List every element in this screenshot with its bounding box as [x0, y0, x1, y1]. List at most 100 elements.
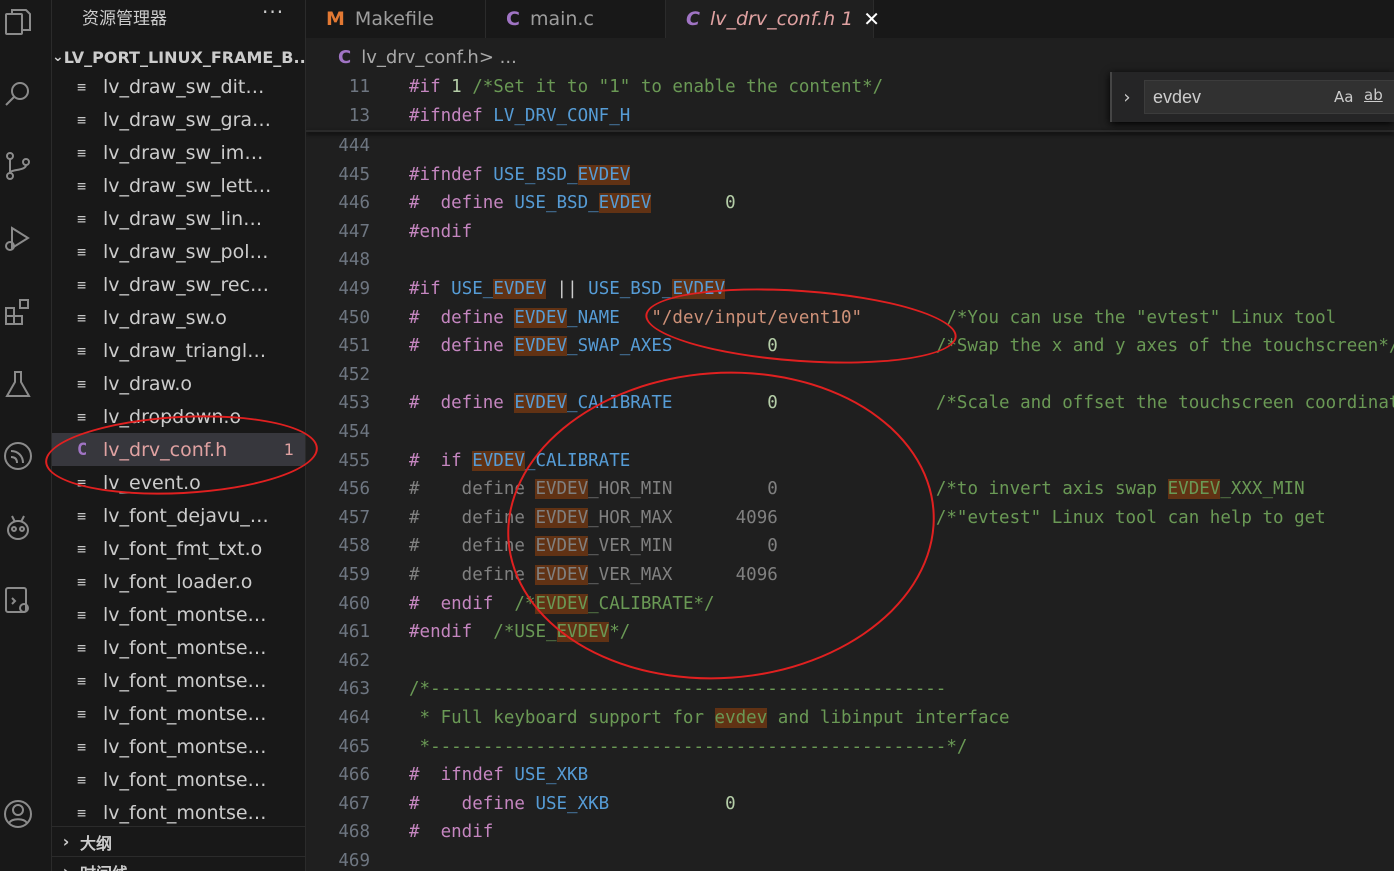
- code-line[interactable]: 445 #ifndef USE_BSD_EVDEV: [306, 161, 1394, 189]
- file-item[interactable]: ≡ lv_font_fmt_txt.o: [52, 532, 305, 565]
- search-icon[interactable]: [0, 74, 36, 114]
- code-token: #if: [409, 77, 452, 97]
- code-line[interactable]: 446 # define USE_BSD_EVDEV 0: [306, 189, 1394, 217]
- code-text: * Full keyboard support for evdev and li…: [409, 708, 1010, 728]
- find-input[interactable]: [1144, 80, 1394, 114]
- code-token: # define: [409, 336, 515, 357]
- code-text: # ifndef USE_XKB: [409, 765, 588, 785]
- activity-bar: [0, 0, 52, 871]
- code-token: # define: [409, 193, 515, 214]
- espressif-icon[interactable]: [0, 436, 36, 476]
- whole-word-toggle[interactable]: ab: [1364, 86, 1383, 104]
- code-line[interactable]: 467 # define USE_XKB 0: [306, 790, 1394, 818]
- code-line[interactable]: 448: [306, 246, 1394, 274]
- file-item[interactable]: ≡ lv_draw_sw_letter.o: [52, 169, 305, 202]
- workspace-folder-header[interactable]: ⌄ LV_PORT_LINUX_FRAME_B...: [52, 42, 306, 72]
- close-icon[interactable]: ✕: [863, 7, 880, 31]
- code-text: #if 1 /*Set it to "1" to enable the cont…: [409, 77, 883, 97]
- file-item[interactable]: ≡ lv_font_montserrat_1...: [52, 763, 305, 796]
- editor-tab[interactable]: Clv_drv_conf.h 1 ✕: [666, 0, 880, 38]
- file-item[interactable]: ≡ lv_draw_sw_img.o: [52, 136, 305, 169]
- code-line[interactable]: 464 * Full keyboard support for evdev an…: [306, 704, 1394, 732]
- breadcrumb-file[interactable]: lv_drv_conf.h: [361, 47, 479, 68]
- code-token: USE_: [451, 279, 494, 299]
- code-line[interactable]: 452: [306, 361, 1394, 389]
- file-item[interactable]: ≡ lv_font_montserrat_8.o: [52, 598, 305, 631]
- code-line[interactable]: 462: [306, 647, 1394, 675]
- source-control-icon[interactable]: [0, 146, 36, 186]
- code-token: USE_BSD_: [493, 164, 578, 185]
- extensions-icon[interactable]: [0, 292, 36, 332]
- file-item[interactable]: ≡ lv_font_montserrat_1...: [52, 664, 305, 697]
- file-item[interactable]: ≡ lv_draw_sw_dither.o: [52, 70, 305, 103]
- line-number: 446: [338, 193, 370, 214]
- file-name: lv_draw_sw_dither.o: [103, 75, 272, 98]
- code-line[interactable]: 463 /*-----------------------------------…: [306, 675, 1394, 703]
- line-number: 445: [338, 164, 370, 185]
- workspace-folder-name: LV_PORT_LINUX_FRAME_B...: [63, 47, 306, 67]
- file-item[interactable]: ≡ lv_font_dejavu_16_per...: [52, 499, 305, 532]
- code-text: # endif: [409, 822, 493, 842]
- code-token: # define: [409, 307, 515, 328]
- remote-settings-icon[interactable]: [0, 580, 36, 620]
- binary-file-icon: ≡: [77, 737, 87, 756]
- file-item[interactable]: ≡ lv_draw_sw.o: [52, 301, 305, 334]
- file-item[interactable]: ≡ lv_draw_sw_line.o: [52, 202, 305, 235]
- code-line[interactable]: 447 #endif: [306, 218, 1394, 246]
- file-item[interactable]: ≡ lv_draw_sw_rect.o: [52, 268, 305, 301]
- binary-file-icon: ≡: [77, 341, 87, 360]
- code-line[interactable]: 465 *-----------------------------------…: [306, 733, 1394, 761]
- file-item[interactable]: ≡ lv_draw_triangle.o: [52, 334, 305, 367]
- line-number: 453: [338, 393, 370, 414]
- toggle-replace-chevron-icon[interactable]: ›: [1112, 87, 1142, 108]
- file-item[interactable]: ≡ lv_draw_sw_gradient.o: [52, 103, 305, 136]
- code-token: /*Swap the x and y axes of the touchscre…: [935, 336, 1394, 357]
- chevron-down-icon: ⌄: [52, 49, 64, 65]
- code-line[interactable]: 469: [306, 847, 1394, 871]
- code-token: /*You can use the "evtest" Linux tool: [946, 307, 1337, 328]
- explorer-icon[interactable]: [0, 2, 36, 42]
- code-token: #endif: [409, 622, 473, 643]
- binary-file-icon: ≡: [77, 572, 87, 591]
- line-number: 464: [338, 708, 370, 728]
- file-name: lv_draw_triangle.o: [103, 339, 272, 362]
- account-icon[interactable]: [0, 794, 36, 834]
- code-text: # define USE_XKB 0: [409, 794, 736, 814]
- testing-flask-icon[interactable]: [0, 364, 36, 404]
- file-item[interactable]: ≡ lv_font_montserrat_1...: [52, 697, 305, 730]
- file-item[interactable]: ≡ lv_font_montserrat_1...: [52, 796, 305, 829]
- file-item[interactable]: ≡ lv_font_montserrat_1...: [52, 730, 305, 763]
- binary-file-icon: ≡: [77, 704, 87, 723]
- code-line[interactable]: 466 # ifndef USE_XKB: [306, 761, 1394, 789]
- alien-extension-icon[interactable]: [0, 508, 36, 548]
- outline-section-header[interactable]: › 大纲: [52, 826, 305, 856]
- editor-tab[interactable]: Cmain.c: [486, 0, 666, 38]
- line-number: 459: [338, 565, 370, 585]
- line-number: 463: [338, 679, 370, 700]
- file-name: lv_font_dejavu_16_per...: [103, 504, 272, 527]
- more-actions-button[interactable]: ···: [262, 0, 284, 24]
- line-number: 460: [338, 593, 370, 614]
- file-item[interactable]: ≡ lv_draw_sw_polygon.o: [52, 235, 305, 268]
- editor-tab[interactable]: M Makefile: [306, 0, 486, 38]
- file-name: lv_draw_sw_img.o: [103, 141, 272, 164]
- timeline-section-header[interactable]: › 时间线: [52, 856, 305, 871]
- code-line[interactable]: 444: [306, 132, 1394, 160]
- code-line[interactable]: 468 # endif: [306, 818, 1394, 846]
- file-item[interactable]: ≡ lv_font_loader.o: [52, 565, 305, 598]
- code-token: _NAME: [567, 307, 620, 328]
- match-case-toggle[interactable]: Aa: [1334, 88, 1353, 106]
- file-item[interactable]: ≡ lv_font_montserrat_1...: [52, 631, 305, 664]
- breadcrumb-more[interactable]: > ...: [479, 47, 517, 68]
- tab-label: Makefile: [354, 8, 434, 30]
- code-token: #endif: [409, 221, 473, 242]
- line-number: 451: [338, 336, 370, 357]
- line-number: 465: [338, 736, 370, 757]
- run-debug-icon[interactable]: [0, 218, 36, 258]
- code-token: EVDEV: [514, 336, 568, 357]
- code-token: * Full keyboard support for: [409, 708, 715, 728]
- file-item[interactable]: ≡ lv_draw.o: [52, 367, 305, 400]
